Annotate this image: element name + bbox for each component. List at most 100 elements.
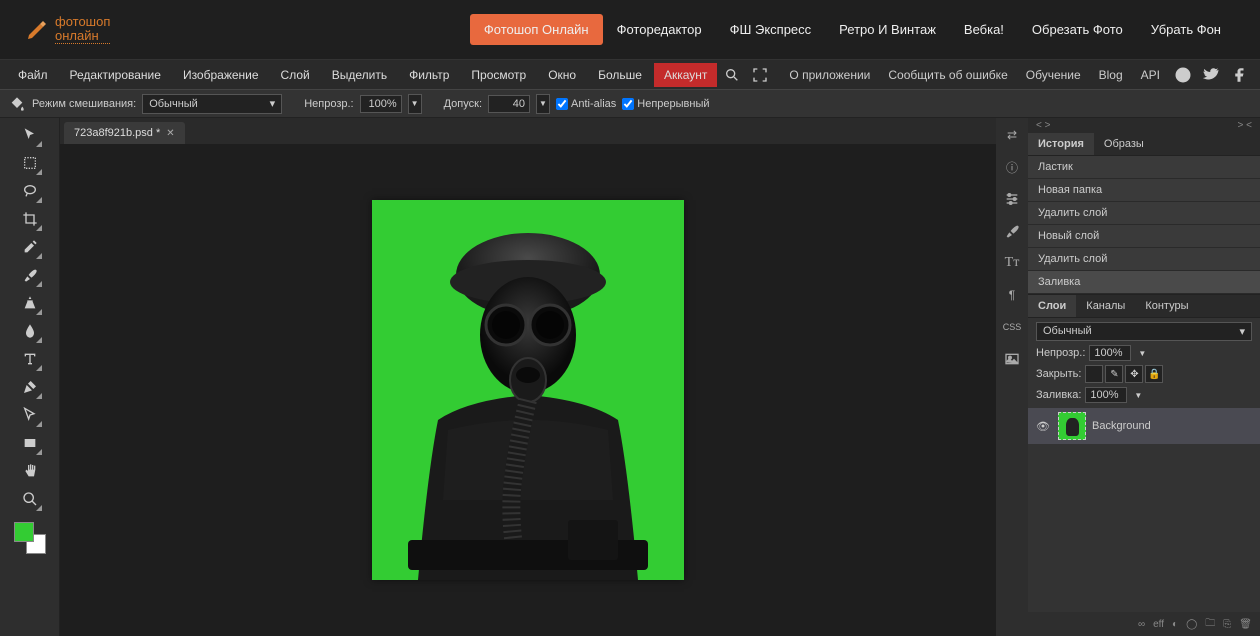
tolerance-arrow[interactable]: ▼ [536,94,550,114]
lock-position-icon[interactable]: ✥ [1125,365,1143,383]
about-link[interactable]: О приложении [781,63,878,87]
opacity-input[interactable]: 100% [360,95,402,113]
brush-tool[interactable] [17,262,43,288]
layer-footer: ∞ eff ◐ ◯ 🗀 ⎘ 🗑 [1028,612,1260,636]
right-panels: < > > < История Образы Ластик Новая папк… [1028,118,1260,636]
color-swatches[interactable] [14,522,46,554]
menu-edit[interactable]: Редактирование [60,63,171,87]
twitter-icon[interactable] [1198,62,1224,88]
marquee-tool[interactable] [17,150,43,176]
opacity-arrow[interactable]: ▼ [408,94,422,114]
nav-photoeditor[interactable]: Фоторедактор [603,14,716,45]
blur-tool[interactable] [17,318,43,344]
layer-thumbnail[interactable] [1058,412,1086,440]
api-link[interactable]: API [1133,63,1168,87]
new-layer-icon[interactable]: ⎘ [1223,619,1231,630]
blend-mode-select[interactable]: Обычный▾ [142,94,282,114]
layer-fill-input[interactable]: 100% [1085,387,1127,403]
logo[interactable]: фотошоп онлайн [25,15,110,45]
delete-layer-icon[interactable]: 🗑 [1239,619,1252,630]
reddit-icon[interactable] [1170,62,1196,88]
history-item[interactable]: Новый слой [1028,225,1260,248]
layer-fill-arrow[interactable]: ▼ [1131,391,1145,400]
contiguous-checkbox[interactable]: Непрерывный [622,98,709,110]
zoom-tool[interactable] [17,486,43,512]
menu-window[interactable]: Окно [538,63,586,87]
layer-item[interactable]: 👁 Background [1028,407,1260,444]
tab-channels[interactable]: Каналы [1076,295,1135,317]
info-icon[interactable]: ⓘ [1001,156,1023,178]
layer-opacity-arrow[interactable]: ▼ [1135,349,1149,358]
sliders-icon[interactable] [1001,188,1023,210]
shape-tool[interactable] [17,430,43,456]
clone-tool[interactable] [17,290,43,316]
menu-image[interactable]: Изображение [173,63,269,87]
report-link[interactable]: Сообщить об ошибке [880,63,1015,87]
menu-file[interactable]: Файл [8,63,58,87]
facebook-icon[interactable] [1226,62,1252,88]
move-tool[interactable] [17,122,43,148]
adjustment-icon[interactable]: ◐ [1172,619,1178,630]
folder-icon[interactable]: 🗀 [1205,616,1215,633]
collapse-left-icon[interactable]: < > [1036,120,1050,131]
layer-opacity-input[interactable]: 100% [1089,345,1131,361]
foreground-color[interactable] [14,522,34,542]
menu-view[interactable]: Просмотр [461,63,536,87]
canvas-area[interactable] [60,144,996,636]
path-select-tool[interactable] [17,402,43,428]
history-item[interactable]: Ластик [1028,156,1260,179]
tab-paths[interactable]: Контуры [1135,295,1198,317]
history-item[interactable]: Новая папка [1028,179,1260,202]
pen-tool[interactable] [17,374,43,400]
nav-removebg[interactable]: Убрать Фон [1137,14,1235,45]
layer-blend-select[interactable]: Обычный▾ [1036,322,1252,341]
menu-filter[interactable]: Фильтр [399,63,459,87]
layer-tabs: Слои Каналы Контуры [1028,294,1260,318]
type-tool[interactable] [17,346,43,372]
menu-layer[interactable]: Слой [271,63,320,87]
brush-panel-icon[interactable] [1001,220,1023,242]
tolerance-input[interactable]: 40 [488,95,530,113]
link-layers-icon[interactable]: ∞ [1138,619,1145,630]
app-header: фотошоп онлайн Фотошоп Онлайн Фоторедакт… [0,0,1260,60]
css-icon[interactable]: CSS [1001,316,1023,338]
history-item[interactable]: Заливка [1028,271,1260,294]
history-item[interactable]: Удалить слой [1028,202,1260,225]
nav-express[interactable]: ФШ Экспресс [716,14,826,45]
menu-account[interactable]: Аккаунт [654,63,717,87]
lock-pixels-icon[interactable]: ✎ [1105,365,1123,383]
swap-panels-icon[interactable]: ⇄ [1001,124,1023,146]
layer-name[interactable]: Background [1092,420,1151,432]
image-panel-icon[interactable] [1001,348,1023,370]
eyedropper-tool[interactable] [17,234,43,260]
nav-webcam[interactable]: Вебка! [950,14,1018,45]
effects-icon[interactable]: eff [1153,619,1164,630]
nav-crop[interactable]: Обрезать Фото [1018,14,1137,45]
antialias-checkbox[interactable]: Anti-alias [556,98,616,110]
search-icon[interactable] [719,62,745,88]
document-tab[interactable]: 723a8f921b.psd * ✕ [64,122,185,144]
nav-retro[interactable]: Ретро И Винтаж [825,14,950,45]
hand-tool[interactable] [17,458,43,484]
lock-transparency-icon[interactable] [1085,365,1103,383]
fullscreen-icon[interactable] [747,62,773,88]
history-item[interactable]: Удалить слой [1028,248,1260,271]
tab-layers[interactable]: Слои [1028,295,1076,317]
paragraph-icon[interactable]: ¶ [1001,284,1023,306]
blog-link[interactable]: Blog [1091,63,1131,87]
lasso-tool[interactable] [17,178,43,204]
lock-all-icon[interactable]: 🔒 [1145,365,1163,383]
menu-select[interactable]: Выделить [322,63,397,87]
tab-history[interactable]: История [1028,133,1094,155]
close-icon[interactable]: ✕ [166,128,174,139]
menu-more[interactable]: Больше [588,63,652,87]
crop-tool[interactable] [17,206,43,232]
type-panel-icon[interactable]: Tт [1001,252,1023,274]
nav-photoshop-online[interactable]: Фотошоп Онлайн [470,14,603,45]
visibility-icon[interactable]: 👁 [1036,420,1052,433]
tab-comps[interactable]: Образы [1094,133,1154,155]
canvas[interactable] [372,200,684,580]
collapse-right-icon[interactable]: > < [1238,120,1252,131]
learn-link[interactable]: Обучение [1018,63,1089,87]
mask-icon[interactable]: ◯ [1186,619,1197,630]
